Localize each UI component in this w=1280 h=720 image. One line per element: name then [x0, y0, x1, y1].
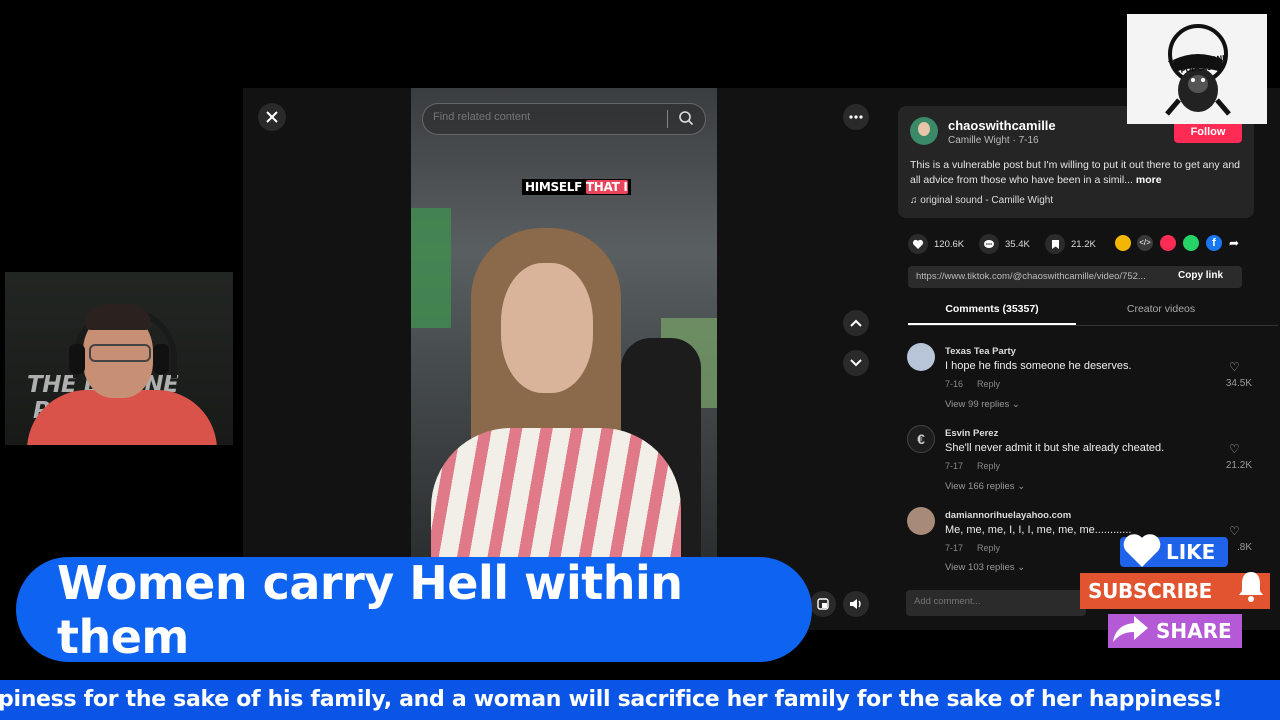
follow-button[interactable]: Follow — [1174, 121, 1242, 143]
picture-in-picture-button[interactable] — [810, 591, 836, 617]
like-cta: LIKE — [1120, 534, 1228, 567]
tab-creator-videos[interactable]: Creator videos — [1086, 303, 1236, 315]
bookmark-icon — [1045, 234, 1065, 254]
comment-heart-icon[interactable]: ♡ — [1229, 524, 1240, 538]
video-url[interactable]: https://www.tiktok.com/@chaoswithcamille… — [916, 271, 1174, 282]
video-link-box: https://www.tiktok.com/@chaoswithcamille… — [908, 266, 1242, 288]
comment-text: She'll never admit it but she already ch… — [945, 442, 1165, 454]
comment-author[interactable]: Texas Tea Party — [945, 346, 1016, 357]
tab-divider — [908, 325, 1278, 326]
overlay-title-banner: Women carry Hell within them — [16, 555, 812, 664]
add-comment-box[interactable] — [906, 590, 1086, 616]
close-icon — [266, 111, 278, 123]
news-ticker: piness for the sake of his family, and a… — [0, 680, 1280, 720]
chevron-down-icon: ⌄ — [1017, 562, 1026, 573]
sound-label: original sound - Camille Wight — [920, 195, 1054, 206]
more-link[interactable]: more — [1136, 174, 1162, 186]
comment-bubble-icon — [979, 234, 999, 254]
comment-heart-icon[interactable]: ♡ — [1229, 442, 1240, 456]
whatsapp-icon[interactable] — [1183, 235, 1199, 251]
copy-link-button[interactable]: Copy link — [1178, 270, 1223, 281]
search-divider — [667, 110, 668, 128]
previous-video-button[interactable] — [843, 310, 869, 336]
send-icon[interactable] — [1160, 235, 1176, 251]
ticker-text: piness for the sake of his family, and a… — [0, 687, 1223, 712]
share-cta-label: SHARE — [1156, 619, 1232, 643]
view-replies-label: View 103 replies — [945, 562, 1015, 573]
comment-heart-icon[interactable]: ♡ — [1229, 360, 1240, 374]
comment-stat[interactable]: 35.4K — [979, 234, 1030, 254]
facebook-icon[interactable]: f — [1206, 235, 1222, 251]
webcam-feed: THE B BONE P — [5, 272, 233, 445]
comment-date: 7-17 — [945, 543, 964, 553]
forward-icon[interactable]: ➦ — [1229, 235, 1245, 251]
post-description: This is a vulnerable post but I'm willin… — [910, 158, 1248, 188]
search-input[interactable] — [433, 111, 663, 123]
view-replies-label: View 99 replies — [945, 399, 1010, 410]
comment-avatar[interactable] — [907, 343, 935, 371]
chevron-down-icon: ⌄ — [1017, 481, 1026, 492]
description-text: This is a vulnerable post but I'm willin… — [910, 159, 1241, 186]
embed-icon[interactable] — [1115, 235, 1131, 251]
more-options-button[interactable] — [843, 104, 869, 130]
more-dots-icon — [849, 115, 863, 119]
save-stat[interactable]: 21.2K — [1045, 234, 1096, 254]
add-comment-input[interactable] — [914, 596, 1074, 607]
reply-button[interactable]: Reply — [977, 543, 1000, 553]
creator-avatar[interactable] — [910, 117, 938, 145]
volume-icon — [850, 599, 861, 609]
podcast-logo: THE BACKBONE PODCAST — [1127, 14, 1267, 124]
volume-button[interactable] — [843, 591, 869, 617]
caption-highlight: THAT I — [585, 180, 628, 194]
like-stat[interactable]: 120.6K — [908, 234, 964, 254]
view-replies-label: View 166 replies — [945, 481, 1015, 492]
creator-username[interactable]: chaoswithcamille — [948, 118, 1056, 133]
overlay-title: Women carry Hell within them — [57, 555, 683, 664]
chevron-up-icon — [850, 319, 862, 327]
caption-text: HIMSELF — [525, 180, 586, 194]
active-tab-underline — [908, 323, 1076, 325]
video-caption: HIMSELF THAT I — [522, 179, 631, 195]
code-icon[interactable]: </> — [1137, 235, 1153, 251]
comment-count: 35.4K — [1005, 238, 1030, 250]
view-replies-button[interactable]: View 103 replies ⌄ — [945, 562, 1025, 573]
creator-name-date: Camille Wight · 7-16 — [948, 135, 1039, 146]
bell-icon — [1239, 572, 1263, 602]
subscribe-cta: SUBSCRIBE — [1080, 572, 1270, 609]
save-count: 21.2K — [1071, 238, 1096, 250]
share-cta: SHARE — [1108, 614, 1242, 648]
close-button[interactable] — [258, 103, 286, 131]
heart-icon — [908, 234, 928, 254]
subscribe-cta-label: SUBSCRIBE — [1088, 579, 1213, 603]
view-replies-button[interactable]: View 99 replies ⌄ — [945, 399, 1020, 410]
video-player[interactable] — [411, 88, 717, 558]
next-video-button[interactable] — [843, 350, 869, 376]
heart-icon — [1123, 534, 1161, 567]
reply-button[interactable]: Reply — [977, 379, 1000, 389]
comment-author[interactable]: Esvin Perez — [945, 428, 998, 439]
like-count: 120.6K — [934, 238, 965, 250]
chevron-down-icon — [850, 359, 862, 367]
like-cta-label: LIKE — [1166, 540, 1216, 564]
chevron-down-icon: ⌄ — [1011, 399, 1020, 410]
music-note-icon: ♫ — [910, 195, 921, 206]
comment-date: 7-17 — [945, 461, 964, 471]
sound-info[interactable]: ♫ original sound - Camille Wight — [910, 195, 1053, 206]
tab-comments[interactable]: Comments (35357) — [908, 303, 1076, 315]
comment-avatar[interactable]: € — [907, 425, 935, 453]
view-replies-button[interactable]: View 166 replies ⌄ — [945, 481, 1025, 492]
share-arrow-icon — [1113, 616, 1148, 642]
comment-date: 7-16 — [945, 379, 964, 389]
reply-button[interactable]: Reply — [977, 461, 1000, 471]
pip-icon — [817, 598, 829, 610]
comment-text: I hope he finds someone he deserves. — [945, 360, 1132, 372]
comment-like-count: 34.5K — [1225, 378, 1252, 389]
comment-like-count: 21.2K — [1225, 460, 1252, 471]
search-icon[interactable] — [678, 110, 694, 126]
search-box[interactable] — [422, 103, 706, 135]
comment-text: Me, me, me, I, I, I, me, me, me.........… — [945, 524, 1132, 536]
comment-author[interactable]: damiannorihuelayahoo.com — [945, 510, 1071, 521]
comment-avatar[interactable] — [907, 507, 935, 535]
